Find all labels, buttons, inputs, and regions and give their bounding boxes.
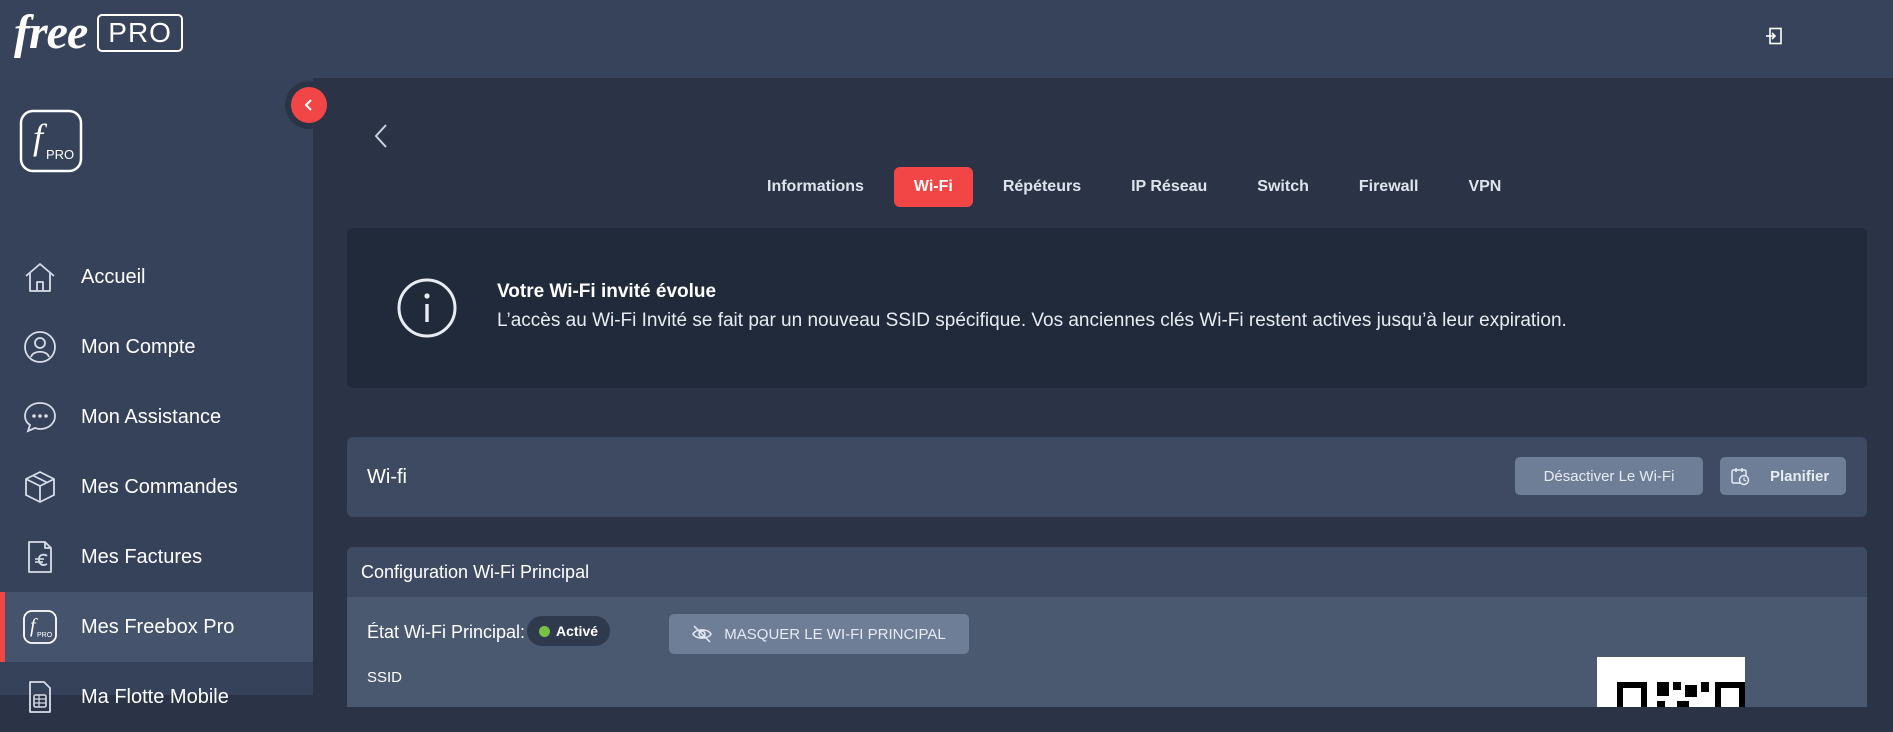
eye-off-icon bbox=[692, 625, 713, 643]
freebox-pro-icon: f PRO bbox=[22, 609, 58, 645]
sidebar-item-mes-commandes[interactable]: Mes Commandes bbox=[0, 452, 313, 522]
top-header: free PRO bbox=[0, 0, 1893, 79]
user-icon bbox=[22, 329, 58, 365]
sidebar-item-label: Ma Flotte Mobile bbox=[81, 685, 229, 708]
sidebar-item-mes-freebox-pro[interactable]: f PRO Mes Freebox Pro bbox=[0, 592, 313, 662]
ssid-label: SSID bbox=[367, 669, 403, 686]
schedule-button[interactable]: Planifier bbox=[1720, 457, 1846, 495]
brand-badge: PRO bbox=[97, 14, 183, 52]
chat-icon bbox=[22, 399, 58, 435]
sidebar-item-label: Mon Compte bbox=[81, 335, 196, 358]
info-icon bbox=[397, 278, 457, 338]
wifi-panel: Wi-fi Désactiver Le Wi-Fi Planifier bbox=[347, 437, 1867, 517]
logout-icon[interactable] bbox=[1765, 27, 1783, 45]
wifi-panel-title: Wi-fi bbox=[367, 466, 407, 488]
back-chevron-icon[interactable] bbox=[372, 122, 392, 150]
schedule-button-label: Planifier bbox=[1770, 467, 1830, 485]
wifi-guest-notice: Votre Wi-Fi invité évolue L’accès au Wi-… bbox=[347, 228, 1867, 388]
tab-firewall[interactable]: Firewall bbox=[1339, 167, 1439, 207]
brand-logo[interactable]: free PRO bbox=[14, 6, 183, 59]
sidebar-item-label: Mes Factures bbox=[81, 545, 203, 568]
sidebar-item-label: Mes Freebox Pro bbox=[81, 615, 235, 638]
wifi-state-label: État Wi-Fi Principal: bbox=[367, 622, 526, 642]
notice-title: Votre Wi-Fi invité évolue bbox=[497, 281, 717, 302]
svg-text:PRO: PRO bbox=[46, 147, 74, 162]
sidebar-collapse-button[interactable] bbox=[291, 87, 327, 123]
svg-text:PRO: PRO bbox=[37, 632, 53, 639]
notice-text: L’accès au Wi-Fi Invité se fait par un n… bbox=[497, 310, 1567, 331]
main-wifi-config-panel: Configuration Wi-Fi Principal État Wi-Fi… bbox=[347, 547, 1867, 707]
sidebar-item-mon-assistance[interactable]: Mon Assistance bbox=[0, 382, 313, 452]
invoice-euro-icon bbox=[22, 539, 58, 575]
tab-bar: Informations Wi-Fi Répéteurs IP Réseau S… bbox=[747, 167, 1521, 207]
hide-main-wifi-button[interactable]: MASQUER LE WI-FI PRINCIPAL bbox=[669, 614, 969, 654]
brand-name: free bbox=[14, 6, 88, 59]
hide-main-wifi-label: MASQUER LE WI-FI PRINCIPAL bbox=[724, 625, 946, 643]
home-icon bbox=[22, 259, 58, 295]
status-badge-text: Activé bbox=[556, 623, 599, 639]
sidebar-item-label: Mes Commandes bbox=[81, 475, 238, 498]
calendar-clock-icon bbox=[1731, 468, 1750, 486]
disable-wifi-button[interactable]: Désactiver Le Wi-Fi bbox=[1515, 457, 1703, 495]
freebox-pro-logo: f PRO bbox=[19, 109, 83, 173]
sidebar: f PRO Accueil Mon Compte Mon Assistance bbox=[0, 78, 313, 713]
tab-repeteurs[interactable]: Répéteurs bbox=[983, 167, 1101, 207]
tab-vpn[interactable]: VPN bbox=[1448, 167, 1521, 207]
sidebar-collapse-wrapper bbox=[285, 81, 333, 129]
package-icon bbox=[22, 469, 58, 505]
sim-card-icon bbox=[22, 679, 58, 715]
tab-informations[interactable]: Informations bbox=[747, 167, 884, 207]
status-badge: Activé bbox=[527, 616, 611, 646]
status-dot-icon bbox=[539, 625, 550, 637]
tab-wifi[interactable]: Wi-Fi bbox=[893, 167, 973, 207]
sidebar-item-label: Mon Assistance bbox=[81, 405, 222, 428]
tab-ip-reseau[interactable]: IP Réseau bbox=[1111, 167, 1227, 207]
config-panel-title: Configuration Wi-Fi Principal bbox=[361, 561, 590, 582]
sidebar-nav: Accueil Mon Compte Mon Assistance Mes Co… bbox=[0, 242, 313, 732]
chevron-left-icon bbox=[304, 99, 312, 111]
wifi-qr-code bbox=[1597, 657, 1745, 707]
config-panel-header: Configuration Wi-Fi Principal bbox=[347, 547, 1867, 597]
tab-switch[interactable]: Switch bbox=[1237, 167, 1329, 207]
sidebar-item-mon-compte[interactable]: Mon Compte bbox=[0, 312, 313, 382]
sidebar-item-accueil[interactable]: Accueil bbox=[0, 242, 313, 312]
sidebar-item-label: Accueil bbox=[81, 265, 146, 288]
sidebar-item-ma-flotte-mobile[interactable]: Ma Flotte Mobile bbox=[0, 662, 313, 732]
sidebar-item-mes-factures[interactable]: Mes Factures bbox=[0, 522, 313, 592]
